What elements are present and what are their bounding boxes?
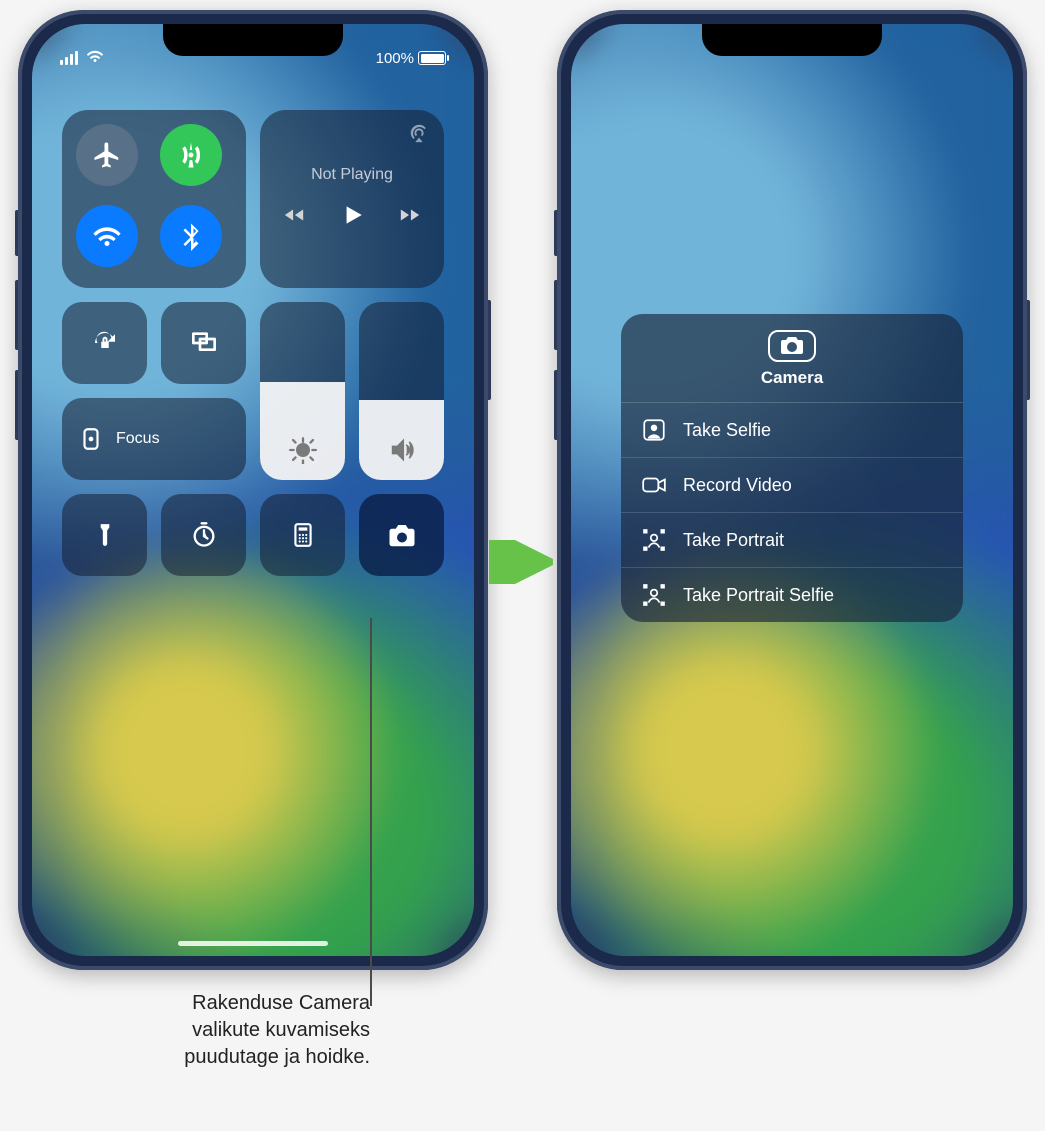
calculator-icon xyxy=(290,522,316,548)
camera-action-take-portrait-selfie[interactable]: Take Portrait Selfie xyxy=(621,568,963,622)
media-play-button[interactable] xyxy=(339,202,365,233)
camera-action-label: Record Video xyxy=(683,475,792,496)
power-button-hw xyxy=(1027,300,1030,400)
cellular-data-toggle[interactable] xyxy=(160,124,222,186)
video-icon xyxy=(641,472,667,498)
callout-line: puudutage ja hoidke. xyxy=(60,1044,370,1071)
camera-action-record-video[interactable]: Record Video xyxy=(621,458,963,513)
camera-menu-header[interactable]: Camera xyxy=(621,314,963,403)
camera-action-label: Take Selfie xyxy=(683,420,771,441)
brightness-slider[interactable] xyxy=(260,302,345,480)
battery-percent: 100% xyxy=(376,50,414,67)
volume-up-hw xyxy=(15,280,18,350)
camera-quick-actions-menu: Camera Take Selfie Record Video Take Por… xyxy=(621,314,963,622)
notch xyxy=(163,24,343,56)
phone-left-control-center: 100% xyxy=(18,10,488,970)
calculator-button[interactable] xyxy=(260,494,345,576)
focus-icon xyxy=(78,426,104,452)
camera-icon xyxy=(768,330,816,362)
portrait-icon xyxy=(641,527,667,553)
camera-action-take-selfie[interactable]: Take Selfie xyxy=(621,403,963,458)
flashlight-icon xyxy=(92,522,118,548)
media-title: Not Playing xyxy=(311,166,393,184)
volume-slider[interactable] xyxy=(359,302,444,480)
power-button-hw xyxy=(488,300,491,400)
flashlight-button[interactable] xyxy=(62,494,147,576)
airplane-mode-toggle[interactable] xyxy=(76,124,138,186)
focus-button[interactable]: Focus xyxy=(62,398,246,480)
battery-icon xyxy=(418,51,446,65)
media-next-button[interactable] xyxy=(399,204,421,231)
bluetooth-toggle[interactable] xyxy=(160,205,222,267)
control-center-grid: Not Playing xyxy=(62,110,444,576)
bluetooth-icon xyxy=(176,221,206,251)
wifi-icon xyxy=(92,221,122,251)
airplay-icon[interactable] xyxy=(408,122,430,149)
timer-button[interactable] xyxy=(161,494,246,576)
camera-button[interactable] xyxy=(359,494,444,576)
home-indicator[interactable] xyxy=(178,941,328,946)
connectivity-module[interactable] xyxy=(62,110,246,288)
phone-right-camera-menu: Camera Take Selfie Record Video Take Por… xyxy=(557,10,1027,970)
brightness-icon xyxy=(289,436,317,464)
callout-line: valikute kuvamiseks xyxy=(60,1017,370,1044)
volume-down-hw xyxy=(15,370,18,440)
arrow-indicator xyxy=(489,540,553,584)
wifi-status-icon xyxy=(86,47,104,69)
volume-up-hw xyxy=(554,280,557,350)
timer-icon xyxy=(190,521,218,549)
notch xyxy=(702,24,882,56)
screen-left: 100% xyxy=(32,24,474,956)
volume-down-hw xyxy=(554,370,557,440)
callout-line: Rakenduse Camera xyxy=(60,990,370,1017)
screen-mirroring-icon xyxy=(188,327,220,359)
airplane-icon xyxy=(92,140,122,170)
side-button xyxy=(554,210,557,256)
cellular-signal-icon xyxy=(60,51,78,65)
orientation-lock-icon xyxy=(90,328,120,358)
screen-right: Camera Take Selfie Record Video Take Por… xyxy=(571,24,1013,956)
callout-text: Rakenduse Camera valikute kuvamiseks puu… xyxy=(60,990,370,1071)
media-prev-button[interactable] xyxy=(283,204,305,231)
screen-mirroring-button[interactable] xyxy=(161,302,246,384)
camera-menu-title: Camera xyxy=(761,368,823,388)
callout-leader-line xyxy=(370,618,372,1006)
side-button xyxy=(15,210,18,256)
camera-action-label: Take Portrait Selfie xyxy=(683,585,834,606)
portrait-selfie-icon xyxy=(641,582,667,608)
orientation-lock-toggle[interactable] xyxy=(62,302,147,384)
wifi-toggle[interactable] xyxy=(76,205,138,267)
media-module[interactable]: Not Playing xyxy=(260,110,444,288)
camera-icon xyxy=(387,520,417,550)
camera-action-label: Take Portrait xyxy=(683,530,784,551)
cellular-icon xyxy=(176,140,206,170)
selfie-icon xyxy=(641,417,667,443)
volume-icon xyxy=(388,436,416,464)
camera-action-take-portrait[interactable]: Take Portrait xyxy=(621,513,963,568)
focus-label: Focus xyxy=(116,430,160,448)
